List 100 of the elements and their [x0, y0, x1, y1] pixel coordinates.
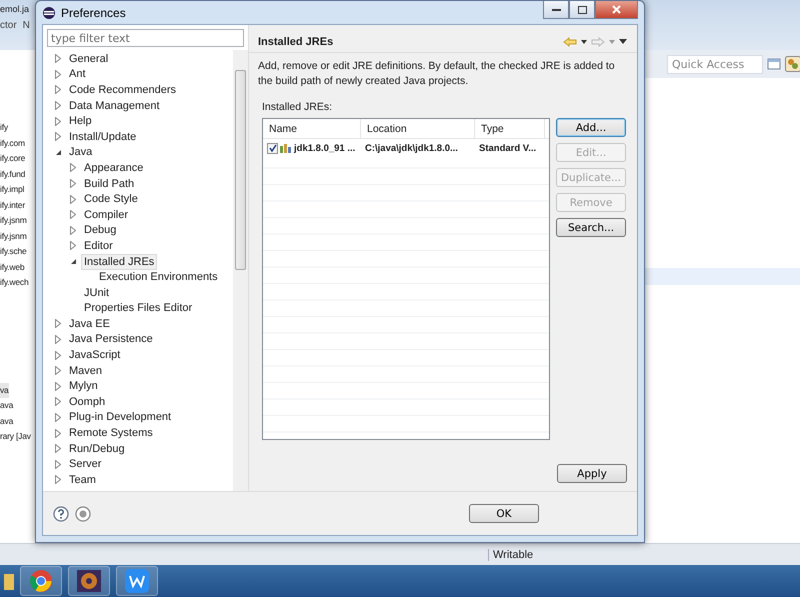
tree-item[interactable]: General — [66, 50, 112, 67]
tree-item[interactable]: Debug — [81, 222, 120, 238]
package-item[interactable]: ify.com — [0, 136, 35, 151]
tree-item[interactable]: Java — [66, 144, 96, 160]
collapsed-arrow-icon[interactable] — [55, 366, 61, 376]
collapsed-arrow-icon[interactable] — [55, 475, 61, 484]
package-item[interactable]: ify.fund — [0, 166, 35, 182]
tree-item[interactable]: Team — [66, 472, 99, 488]
tree-item[interactable]: Execution Environments — [96, 269, 221, 286]
package-item[interactable]: ify.web — [0, 260, 35, 275]
page-title: Installed JREs — [258, 36, 334, 48]
collapsed-arrow-icon[interactable] — [70, 241, 76, 250]
collapsed-arrow-icon[interactable] — [55, 116, 61, 126]
collapsed-arrow-icon[interactable] — [55, 132, 61, 142]
collapsed-arrow-icon[interactable] — [55, 444, 61, 454]
editor-tab[interactable]: emol.ja — [0, 0, 30, 14]
collapsed-arrow-icon[interactable] — [55, 319, 61, 328]
tree-item[interactable]: Server — [66, 456, 104, 472]
checkbox[interactable] — [267, 142, 278, 154]
package-item[interactable]: ify.inter — [0, 198, 35, 213]
tree-item[interactable]: Help — [66, 113, 95, 130]
minimize-button[interactable] — [543, 1, 569, 19]
package-item[interactable]: ify.jsnm — [0, 213, 35, 228]
collapsed-arrow-icon[interactable] — [55, 101, 61, 110]
collapsed-arrow-icon[interactable] — [55, 85, 61, 94]
file-item[interactable]: rary [Jav — [0, 429, 31, 444]
tree-item[interactable]: Installed JREs — [81, 254, 158, 270]
tree-item[interactable]: Compiler — [81, 206, 132, 223]
collapsed-arrow-icon[interactable] — [55, 334, 61, 344]
java-perspective-icon[interactable] — [784, 56, 800, 72]
collapsed-arrow-icon[interactable] — [55, 412, 61, 422]
column-header[interactable]: Location — [361, 119, 475, 138]
perspective-icon[interactable] — [767, 57, 781, 71]
taskbar-button[interactable] — [116, 566, 158, 596]
file-item[interactable]: ava — [0, 398, 14, 414]
package-item[interactable]: ify.wech — [0, 275, 35, 290]
ok-button[interactable]: OK — [469, 504, 539, 523]
collapsed-arrow-icon[interactable] — [70, 194, 76, 204]
action-button[interactable]: Search... — [556, 218, 626, 237]
app-icon — [125, 569, 149, 593]
package-item[interactable]: ify.core — [0, 151, 35, 166]
tree-item[interactable]: Run/Debug — [66, 440, 128, 457]
tree-item[interactable]: Editor — [81, 238, 116, 254]
collapsed-arrow-icon[interactable] — [55, 397, 61, 406]
maximize-button[interactable] — [569, 1, 595, 19]
apply-button[interactable]: Apply — [557, 464, 627, 483]
record-icon[interactable] — [75, 506, 91, 522]
collapsed-arrow-icon[interactable] — [55, 428, 61, 438]
tree-item[interactable]: Ant — [66, 66, 89, 82]
column-header[interactable]: Type — [475, 119, 545, 138]
tree-item[interactable]: Appearance — [81, 160, 146, 176]
collapsed-arrow-icon[interactable] — [70, 210, 76, 220]
tree-item[interactable]: Maven — [66, 362, 106, 379]
expanded-arrow-icon[interactable] — [70, 258, 76, 266]
tree-item[interactable]: JavaScript — [66, 347, 124, 364]
tree-item[interactable]: Plug-in Development — [66, 409, 174, 426]
help-icon[interactable] — [53, 506, 69, 522]
collapsed-arrow-icon[interactable] — [55, 350, 61, 360]
tree-item[interactable]: Properties Files Editor — [81, 300, 196, 316]
tree-item[interactable]: JUnit — [81, 284, 112, 301]
dropdown-icon[interactable] — [581, 40, 587, 44]
action-button[interactable]: Add... — [556, 118, 626, 137]
tree-item[interactable]: Build Path — [81, 176, 138, 192]
package-item[interactable]: ify.jsnm — [0, 228, 35, 244]
app-icon — [42, 6, 56, 20]
quick-access-field[interactable]: Quick Access — [667, 54, 763, 74]
collapsed-arrow-icon[interactable] — [55, 70, 61, 79]
menu-icon[interactable] — [619, 39, 627, 44]
collapsed-arrow-icon[interactable] — [70, 179, 76, 188]
tree-item[interactable]: Code Style — [81, 191, 141, 208]
filter-field[interactable]: type filter text — [47, 29, 244, 47]
menu-item[interactable]: ctor — [0, 20, 17, 31]
tree-item[interactable]: Oomph — [66, 394, 108, 410]
collapsed-arrow-icon[interactable] — [70, 163, 76, 172]
table-cell: jdk1.8.0_91 ... — [294, 142, 356, 154]
taskbar-button[interactable] — [68, 566, 110, 596]
expanded-arrow-icon[interactable] — [54, 148, 62, 156]
taskbar-button[interactable] — [20, 566, 62, 596]
collapsed-arrow-icon[interactable] — [55, 460, 61, 469]
tree-item[interactable]: Remote Systems — [66, 425, 156, 442]
browser-icon — [29, 569, 53, 593]
tree-item[interactable]: Code Recommenders — [66, 82, 179, 98]
package-item[interactable]: ify.impl — [0, 182, 35, 198]
tree-item[interactable]: Mylyn — [66, 378, 101, 394]
file-item[interactable]: va — [0, 382, 9, 398]
file-item[interactable]: ava — [0, 414, 14, 429]
package-item[interactable]: ify — [0, 120, 35, 136]
package-item[interactable]: ify.sche — [0, 244, 35, 260]
close-button[interactable] — [595, 1, 638, 19]
menu-item[interactable]: N — [22, 20, 30, 31]
column-header[interactable]: Name — [263, 119, 361, 138]
tree-item[interactable]: Java Persistence — [66, 331, 156, 348]
status-text: Writable — [488, 548, 534, 560]
tree-item[interactable]: Data Management — [66, 98, 162, 114]
collapsed-arrow-icon[interactable] — [70, 226, 76, 235]
collapsed-arrow-icon[interactable] — [55, 382, 61, 391]
tree-item[interactable]: Java EE — [66, 316, 113, 332]
collapsed-arrow-icon[interactable] — [55, 54, 61, 64]
table-cell: Standard V... — [479, 142, 536, 154]
tree-item[interactable]: Install/Update — [66, 128, 140, 145]
